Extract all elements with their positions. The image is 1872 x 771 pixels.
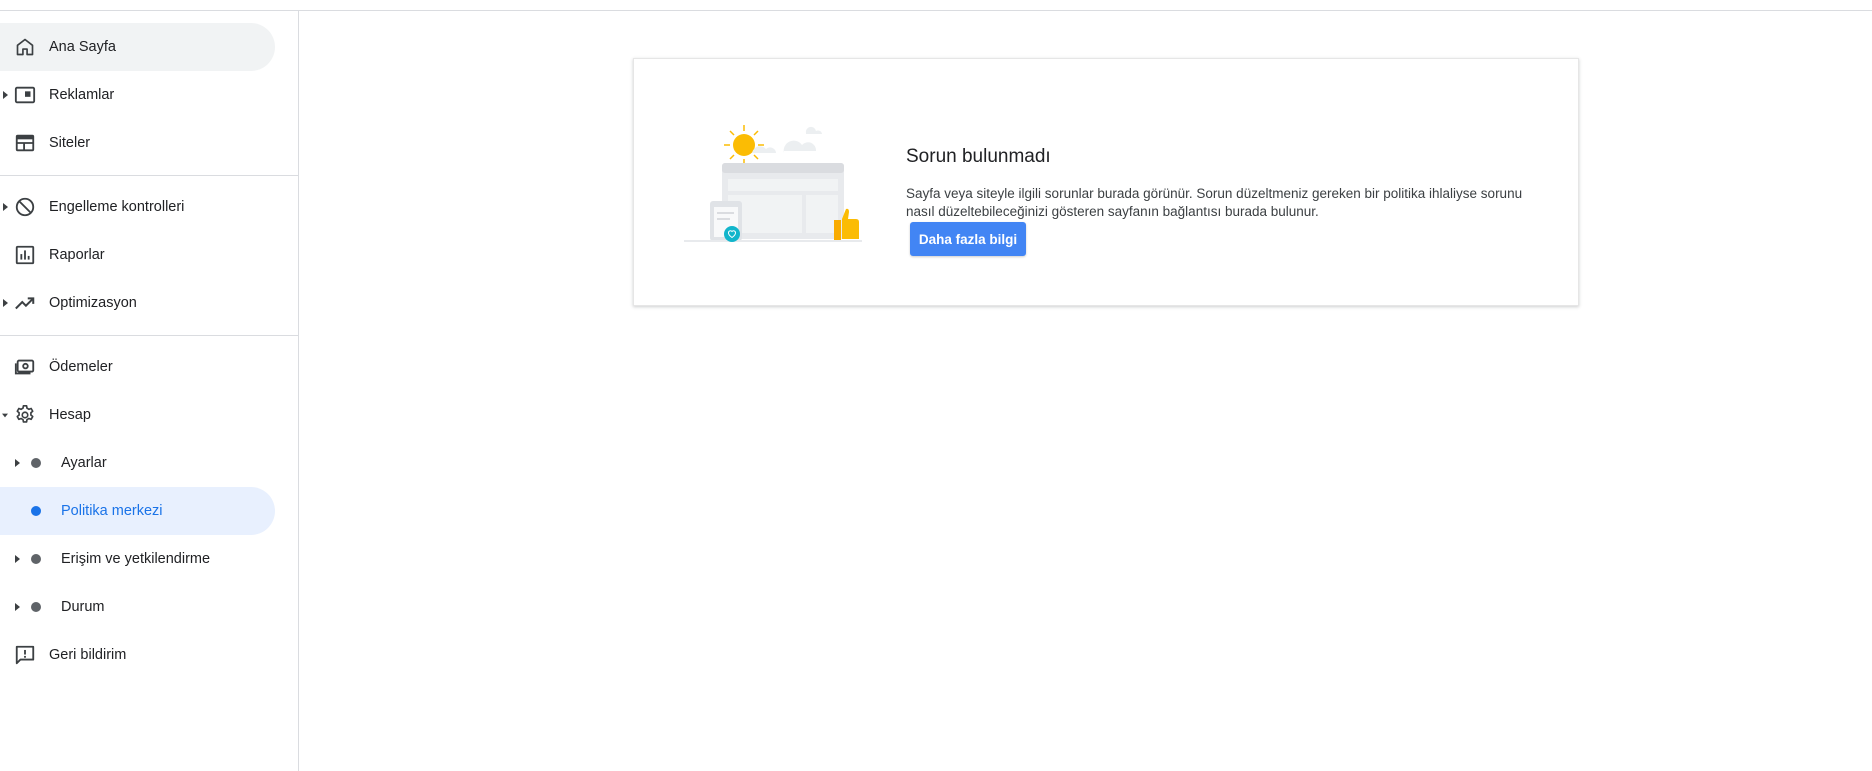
sidebar-item-label: Hesap [49, 407, 91, 423]
sidebar-item-blocking-controls[interactable]: Engelleme kontrolleri [0, 183, 275, 231]
sidebar-item-optimization[interactable]: Optimizasyon [0, 279, 275, 327]
gear-icon [13, 403, 37, 427]
sidebar-item-label: Erişim ve yetkilendirme [61, 551, 211, 567]
no-issues-illustration [684, 119, 864, 254]
caret-right-icon[interactable] [14, 457, 20, 469]
sidebar-item-status[interactable]: Durum [0, 583, 275, 631]
sidebar-item-policy-center[interactable]: Politika merkezi [0, 487, 275, 535]
sidebar-item-label: Durum [61, 599, 105, 615]
sidebar-item-label: Raporlar [49, 247, 105, 263]
dot-icon [31, 458, 41, 468]
caret-right-icon[interactable] [14, 553, 20, 565]
block-icon [13, 195, 37, 219]
sidebar-item-ads[interactable]: Reklamlar [0, 71, 275, 119]
ads-icon [13, 83, 37, 107]
sidebar-item-label: Ödemeler [49, 359, 113, 375]
sidebar-item-label: Ayarlar [61, 455, 107, 471]
caret-right-icon[interactable] [2, 201, 8, 213]
dot-icon [31, 602, 41, 612]
sidebar-item-label: Reklamlar [49, 87, 115, 103]
sidebar-item-home[interactable]: Ana Sayfa [0, 23, 275, 71]
sidebar-item-label: Siteler [49, 135, 91, 151]
home-icon [13, 35, 37, 59]
sidebar-item-sites[interactable]: Siteler [0, 119, 275, 167]
trending-up-icon [13, 291, 37, 315]
caret-down-icon[interactable] [2, 409, 8, 421]
payments-icon [13, 355, 37, 379]
sidebar-divider [0, 175, 299, 176]
sidebar-item-label: Engelleme kontrolleri [49, 199, 185, 215]
caret-right-icon[interactable] [2, 89, 8, 101]
caret-right-icon[interactable] [2, 297, 8, 309]
dot-icon [31, 506, 41, 516]
sidebar-item-feedback[interactable]: Geri bildirim [0, 631, 275, 679]
card-description: Sayfa veya siteyle ilgili sorunlar burad… [906, 185, 1523, 219]
sidebar-item-payments[interactable]: Ödemeler [0, 343, 275, 391]
sidebar-item-label: Ana Sayfa [49, 39, 116, 55]
sidebar-divider [0, 335, 299, 336]
caret-right-icon[interactable] [14, 601, 20, 613]
sidebar-item-label: Geri bildirim [49, 647, 127, 663]
sidebar-item-access-authorization[interactable]: Erişim ve yetkilendirme [0, 535, 275, 583]
sidebar-item-reports[interactable]: Raporlar [0, 231, 275, 279]
sidebar-item-account[interactable]: Hesap [0, 391, 275, 439]
dot-icon [31, 554, 41, 564]
bar-chart-icon [13, 243, 37, 267]
web-icon [13, 131, 37, 155]
card-title: Sorun bulunmadı [906, 145, 1051, 167]
sidebar-item-label: Politika merkezi [61, 503, 163, 519]
no-issues-card: Sorun bulunmadı Sayfa veya siteyle ilgil… [633, 58, 1579, 306]
sidebar-item-settings[interactable]: Ayarlar [0, 439, 275, 487]
sidebar: Ana Sayfa Reklamlar Siteler Engelleme ko… [0, 11, 299, 771]
feedback-icon [13, 643, 37, 667]
sidebar-item-label: Optimizasyon [49, 295, 137, 311]
learn-more-button[interactable]: Daha fazla bilgi [910, 222, 1026, 256]
